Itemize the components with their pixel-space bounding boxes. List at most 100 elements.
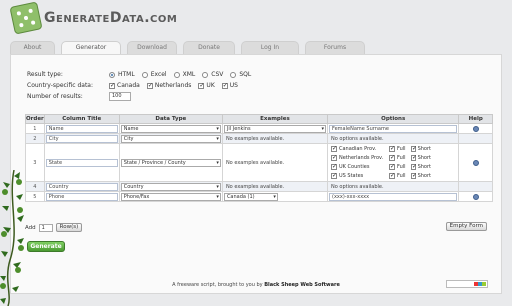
footer: A freeware script, brought to you by Bla…	[0, 282, 512, 288]
add-count-input[interactable]: 1	[38, 223, 53, 232]
table-row: 2 City City ▾ No examples available. No o…	[25, 133, 493, 144]
help-icon[interactable]	[472, 193, 479, 200]
checkbox-icon[interactable]	[331, 154, 337, 161]
footer-company-link[interactable]: Black Sheep Web Software	[264, 282, 340, 288]
column-title-input[interactable]: City	[45, 134, 118, 143]
region-netherlands-prov[interactable]: Netherlands Prov.	[331, 154, 389, 162]
region-full-toggle[interactable]: Full	[389, 145, 411, 153]
radio-icon[interactable]	[141, 71, 148, 78]
checkbox-icon[interactable]	[109, 82, 115, 89]
result-type-xml[interactable]: XML	[173, 71, 195, 78]
checkbox-icon[interactable]	[411, 154, 417, 161]
region-short-toggle[interactable]: Short	[411, 163, 431, 171]
region-short-toggle[interactable]: Short	[411, 172, 431, 180]
region-full-toggle[interactable]: Full	[389, 154, 411, 162]
radio-icon[interactable]	[109, 71, 115, 78]
help-icon[interactable]	[472, 159, 479, 166]
column-title-input[interactable]: Name	[45, 124, 118, 133]
footer-prefix: A freeware script, brought to you by	[172, 282, 265, 288]
result-type-sql[interactable]: SQL	[230, 71, 251, 78]
num-results-input[interactable]: 100	[109, 92, 131, 101]
options-input[interactable]: (xxx)-xxx-xxxx	[329, 192, 458, 201]
result-type-label: Result type:	[27, 71, 63, 78]
header-options: Options	[326, 114, 460, 124]
header-data-type: Data Type	[118, 114, 223, 124]
checkbox-icon[interactable]	[221, 82, 228, 89]
generate-button[interactable]: Generate	[27, 241, 65, 252]
region-canadian-prov[interactable]: Canadian Prov.	[331, 145, 389, 153]
data-type-select[interactable]: Country ▾	[120, 182, 221, 191]
checkbox-icon[interactable]	[146, 82, 153, 89]
example-select[interactable]: Canada (1) ▾	[223, 192, 278, 201]
checkbox-icon[interactable]	[411, 145, 417, 152]
region-short-toggle[interactable]: Short	[411, 145, 431, 153]
data-type-select[interactable]: City ▾	[120, 134, 221, 143]
radio-icon[interactable]	[230, 71, 237, 78]
chevron-down-icon: ▾	[216, 183, 219, 190]
example-text: No examples available.	[225, 183, 285, 190]
chevron-down-icon: ▾	[216, 193, 219, 200]
result-type-csv[interactable]: CSV	[202, 71, 223, 78]
site-logo[interactable]: GenerateData.com	[44, 10, 177, 26]
column-title-input[interactable]: State	[45, 158, 118, 167]
region-full-toggle[interactable]: Full	[389, 163, 411, 171]
table-header-row: Order Column Title Data Type Examples Op…	[25, 114, 493, 124]
data-type-select[interactable]: State / Province / County ▾	[120, 158, 221, 167]
empty-form-button[interactable]: Empty Form	[445, 222, 487, 231]
chevron-down-icon: ▾	[216, 125, 219, 132]
country-netherlands[interactable]: Netherlands	[146, 82, 191, 89]
tab-generator[interactable]: Generator	[61, 41, 121, 54]
table-row: 1 Name Name ▾ Jil Jenkins ▾ FemaleName Sur…	[25, 123, 493, 134]
checkbox-icon[interactable]	[411, 163, 417, 170]
country-canada[interactable]: Canada	[109, 82, 140, 89]
checkbox-icon[interactable]	[411, 172, 417, 179]
tab-forums[interactable]: Forums	[305, 41, 365, 54]
region-us-states[interactable]: US States	[331, 172, 389, 180]
result-type-excel[interactable]: Excel	[141, 71, 167, 78]
row-order[interactable]: 2	[25, 133, 45, 144]
radio-icon[interactable]	[202, 71, 209, 78]
tab-about[interactable]: About	[10, 41, 55, 54]
checkbox-icon[interactable]	[331, 145, 337, 152]
result-type-html[interactable]: HTML	[109, 71, 135, 78]
logo-die-icon	[9, 1, 43, 35]
num-results-label: Number of results:	[27, 93, 83, 100]
country-uk[interactable]: UK	[198, 82, 215, 89]
column-title-input[interactable]: Phone	[45, 192, 118, 201]
options-input[interactable]: FemaleName Surname	[329, 124, 458, 133]
checkbox-icon[interactable]	[389, 172, 395, 179]
options-text: No options available.	[331, 183, 384, 190]
generator-options: Result type: HTML Excel XML CSV SQL Coun…	[27, 69, 258, 102]
tab-log-in[interactable]: Log In	[241, 41, 299, 54]
columns-table: Order Column Title Data Type Examples Op…	[25, 114, 493, 202]
help-icon[interactable]	[472, 125, 479, 132]
radio-icon[interactable]	[173, 71, 180, 78]
add-rows-button[interactable]: Row(s)	[55, 223, 83, 232]
region-options: Canadian Prov. Full Short Netherlands Pr…	[329, 144, 457, 181]
country-us[interactable]: US	[221, 82, 238, 89]
example-select[interactable]: Jil Jenkins ▾	[223, 124, 326, 133]
region-short-toggle[interactable]: Short	[411, 154, 431, 162]
badge-icon[interactable]	[446, 280, 488, 288]
header-order: Order	[25, 114, 45, 124]
checkbox-icon[interactable]	[331, 172, 337, 179]
tab-download[interactable]: Download	[127, 41, 177, 54]
checkbox-icon[interactable]	[198, 82, 204, 89]
generator-panel: Result type: HTML Excel XML CSV SQL Coun…	[10, 54, 502, 294]
column-title-input[interactable]: Country	[45, 182, 118, 191]
region-full-toggle[interactable]: Full	[389, 172, 411, 180]
region-uk-counties[interactable]: UK Counties	[331, 163, 389, 171]
checkbox-icon[interactable]	[331, 163, 337, 170]
ivy-decoration-icon	[0, 170, 24, 306]
data-type-select[interactable]: Phone/Fax ▾	[120, 192, 221, 201]
add-rows-control: Add 1 Row(s)	[25, 223, 83, 232]
data-type-select[interactable]: Name ▾	[120, 124, 221, 133]
checkbox-icon[interactable]	[389, 145, 395, 152]
checkbox-icon[interactable]	[389, 154, 395, 161]
main-tabs: About Generator Download Donate Log In F…	[10, 41, 371, 54]
tab-donate[interactable]: Donate	[183, 41, 235, 54]
header-examples: Examples	[221, 114, 329, 124]
checkbox-icon[interactable]	[389, 163, 395, 170]
table-row: 4 Country Country ▾ No examples available…	[25, 181, 493, 192]
row-order[interactable]: 1	[25, 123, 45, 134]
